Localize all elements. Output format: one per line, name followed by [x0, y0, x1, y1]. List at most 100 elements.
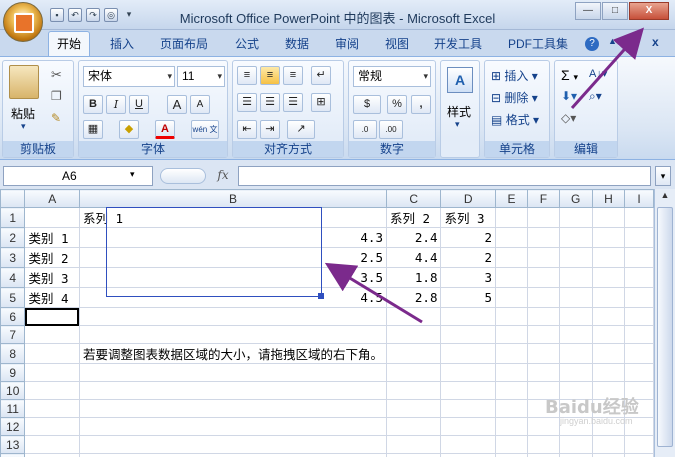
cell-f1[interactable] — [527, 207, 560, 228]
paste-dropdown-icon[interactable]: ▾ — [21, 121, 26, 132]
cell-a4[interactable]: 类别 3 — [24, 267, 80, 288]
cell-f8[interactable] — [527, 343, 560, 364]
tab-page-layout[interactable]: 页面布局 — [160, 35, 208, 52]
cell-c7[interactable] — [385, 325, 442, 344]
cut-icon[interactable]: ✂ — [51, 67, 62, 83]
currency-icon[interactable]: $ — [353, 95, 381, 114]
fill-icon[interactable]: ⬇▾ — [561, 89, 577, 103]
cell-e2[interactable] — [494, 227, 529, 248]
column-header-d[interactable]: D — [440, 189, 496, 208]
cell-a5[interactable]: 类别 4 — [24, 287, 80, 308]
merge-center-icon[interactable]: ⊞ — [311, 93, 331, 112]
grow-font-button[interactable]: A — [167, 95, 187, 114]
cell-d2[interactable]: 2 — [440, 227, 496, 248]
cell-e3[interactable] — [494, 247, 529, 268]
column-header-h[interactable]: H — [591, 189, 626, 208]
cell-e11[interactable] — [494, 399, 529, 418]
cell-g13[interactable] — [558, 435, 593, 454]
cell-f9[interactable] — [527, 363, 560, 382]
row-header[interactable]: 5 — [0, 287, 26, 308]
cell-a6[interactable] — [24, 307, 80, 326]
row-header[interactable]: 11 — [0, 399, 26, 418]
autosum-button[interactable]: Σ ▾ — [561, 67, 578, 83]
cell-g14[interactable] — [558, 453, 593, 457]
cell-d14[interactable] — [440, 453, 496, 457]
row-header[interactable]: 6 — [0, 307, 26, 326]
sort-filter-icon[interactable]: A↓▾ — [589, 67, 607, 80]
row-header[interactable]: 4 — [0, 267, 26, 288]
cell-e13[interactable] — [494, 435, 529, 454]
delete-cells-button[interactable]: ⊟ 删除 ▾ — [491, 89, 538, 106]
cell-e5[interactable] — [494, 287, 529, 308]
cell-b2[interactable]: 4.3 — [78, 227, 387, 248]
cell-f14[interactable] — [527, 453, 560, 457]
cell-e12[interactable] — [494, 417, 529, 436]
cell-g3[interactable] — [558, 247, 593, 268]
cell-e8[interactable] — [494, 343, 529, 364]
cell-h9[interactable] — [591, 363, 626, 382]
cell-i5[interactable] — [624, 287, 654, 308]
cell-f7[interactable] — [527, 325, 560, 344]
bold-button[interactable]: B — [83, 95, 103, 114]
cell-e7[interactable] — [494, 325, 529, 344]
cell-e6[interactable] — [494, 307, 529, 326]
cell-a12[interactable] — [24, 417, 80, 436]
cell-f6[interactable] — [527, 307, 560, 326]
cell-b9[interactable] — [78, 363, 387, 382]
align-center-icon[interactable]: ☰ — [260, 93, 280, 112]
cell-c3[interactable]: 4.4 — [385, 247, 442, 268]
increase-decimal-icon[interactable]: .0 — [353, 120, 377, 139]
align-right-icon[interactable]: ☰ — [283, 93, 303, 112]
tab-insert[interactable]: 插入 — [110, 35, 134, 52]
cell-h7[interactable] — [591, 325, 626, 344]
cell-d6[interactable] — [440, 307, 496, 326]
cell-d4[interactable]: 3 — [440, 267, 496, 288]
tab-home[interactable]: 开始 — [48, 31, 91, 56]
name-box-dropdown-icon[interactable]: ▾ — [130, 169, 135, 180]
cell-e14[interactable] — [494, 453, 529, 457]
font-name-select[interactable]: 宋体 ▾ — [83, 66, 175, 87]
row-header[interactable]: 10 — [0, 381, 26, 400]
cell-h3[interactable] — [591, 247, 626, 268]
comma-button[interactable]: , — [411, 95, 431, 114]
office-button[interactable] — [3, 2, 43, 42]
format-painter-icon[interactable]: ✎ — [51, 111, 61, 125]
expand-formula-bar-icon[interactable]: ▾ — [655, 166, 671, 186]
cell-a11[interactable] — [24, 399, 80, 418]
cell-i7[interactable] — [624, 325, 654, 344]
increase-indent-icon[interactable]: ⇥ — [260, 120, 280, 139]
cell-c2[interactable]: 2.4 — [385, 227, 442, 248]
cell-g4[interactable] — [558, 267, 593, 288]
row-header[interactable]: 1 — [0, 207, 26, 228]
row-header[interactable]: 7 — [0, 325, 26, 344]
cell-f3[interactable] — [527, 247, 560, 268]
cell-g8[interactable] — [558, 343, 593, 364]
copy-icon[interactable]: ❐ — [51, 89, 62, 103]
cell-i2[interactable] — [624, 227, 654, 248]
cell-b4[interactable]: 3.5 — [78, 267, 387, 288]
cell-c4[interactable]: 1.8 — [385, 267, 442, 288]
cell-g1[interactable] — [558, 207, 593, 228]
tab-developer[interactable]: 开发工具 — [434, 35, 482, 52]
cell-c11[interactable] — [385, 399, 442, 418]
cell-f5[interactable] — [527, 287, 560, 308]
cell-h6[interactable] — [591, 307, 626, 326]
row-header[interactable]: 2 — [0, 227, 26, 248]
row-header[interactable]: 12 — [0, 417, 26, 436]
phonetic-guide-button[interactable]: wén 文 — [191, 120, 219, 139]
styles-icon[interactable]: A — [447, 67, 473, 93]
tab-review[interactable]: 审阅 — [335, 35, 359, 52]
cell-g7[interactable] — [558, 325, 593, 344]
cell-b11[interactable] — [78, 399, 387, 418]
cell-a1[interactable] — [24, 207, 80, 228]
cell-g6[interactable] — [558, 307, 593, 326]
font-color-button[interactable]: A — [155, 120, 175, 139]
cell-e1[interactable] — [494, 207, 529, 228]
clear-icon[interactable]: ◇▾ — [561, 111, 576, 125]
row-header[interactable]: 13 — [0, 435, 26, 454]
row-header[interactable]: 8 — [0, 343, 26, 364]
paste-button-label[interactable]: 粘贴 — [11, 105, 35, 122]
cell-e4[interactable] — [494, 267, 529, 288]
cell-i14[interactable] — [624, 453, 654, 457]
cell-f13[interactable] — [527, 435, 560, 454]
